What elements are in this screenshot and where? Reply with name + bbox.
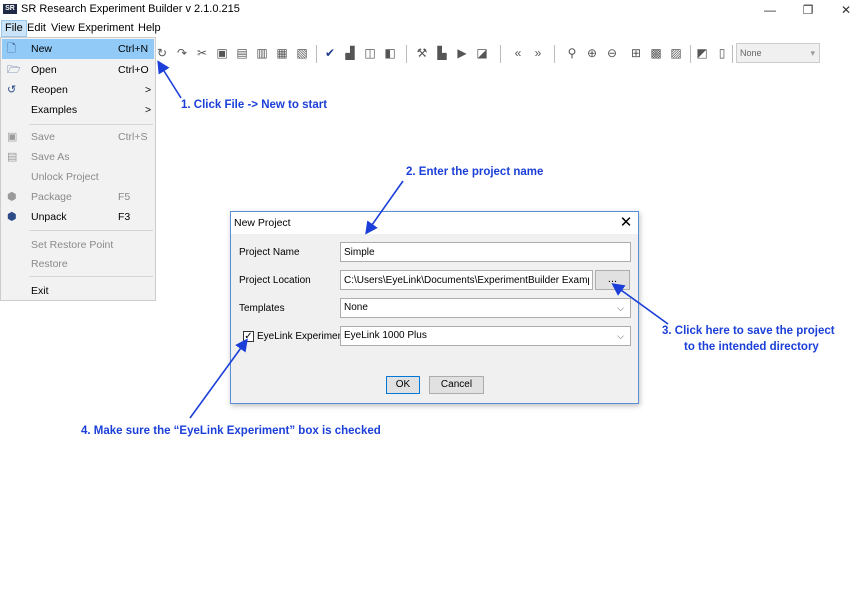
annotation-arrows [157, 60, 669, 419]
arrow-step-3 [611, 283, 669, 325]
arrow-step-1 [157, 60, 182, 99]
arrow-step-4 [189, 338, 248, 419]
arrow-step-2 [365, 180, 404, 235]
